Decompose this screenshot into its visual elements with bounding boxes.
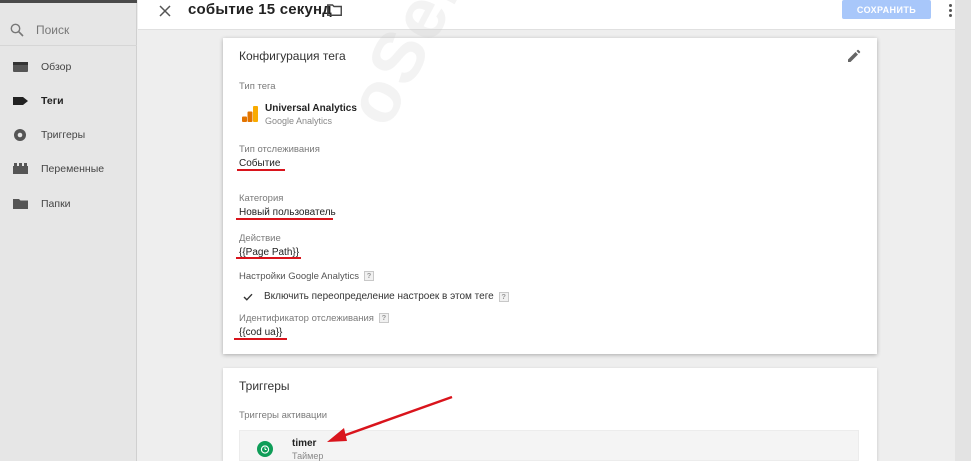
help-icon[interactable]: ? xyxy=(363,271,374,282)
trigger-name: timer xyxy=(292,438,317,449)
folder-icon[interactable] xyxy=(327,3,342,21)
search-placeholder: Поиск xyxy=(36,22,70,37)
track-type-value: Событие xyxy=(239,158,281,169)
help-icon[interactable]: ? xyxy=(498,291,509,302)
tag-type-name: Universal Analytics xyxy=(265,103,357,114)
category-value: Новый пользователь xyxy=(239,207,336,218)
tag-configuration-card[interactable]: Конфигурация тега Тип тега Universal Ana… xyxy=(223,38,877,354)
sidebar-item-label: Папки xyxy=(41,198,71,210)
sidebar-item-overview[interactable]: Обзор xyxy=(0,52,137,82)
category-label: Категория xyxy=(239,193,284,204)
sidebar-top-strip xyxy=(0,0,137,3)
sidebar-item-tags[interactable]: Теги xyxy=(0,86,137,116)
tag-name-title[interactable]: событие 15 секунд xyxy=(188,1,332,18)
close-icon xyxy=(159,5,171,17)
trigger-type: Таймер xyxy=(292,451,324,461)
timer-icon xyxy=(257,441,273,457)
red-underline xyxy=(234,338,287,340)
override-settings-label: Включить переопределение настроек в этом… xyxy=(264,291,494,302)
search-icon xyxy=(10,23,24,37)
firing-triggers-label: Триггеры активации xyxy=(239,410,328,421)
top-bar: событие 15 секунд СОХРАНИТЬ xyxy=(138,0,971,30)
sidebar-item-folders[interactable]: Папки xyxy=(0,189,137,219)
edit-icon[interactable] xyxy=(847,49,861,68)
tracking-id-value: {{cod ua}} xyxy=(239,327,283,338)
tag-type-label: Тип тега xyxy=(239,81,276,92)
save-button[interactable]: СОХРАНИТЬ xyxy=(842,0,931,19)
trigger-icon xyxy=(12,127,28,143)
sidebar-item-label: Переменные xyxy=(41,163,105,175)
red-underline xyxy=(236,218,333,220)
right-panel-edge xyxy=(955,0,971,461)
red-underline xyxy=(237,169,285,171)
card-title: Триггеры xyxy=(239,379,290,393)
sidebar-item-label: Обзор xyxy=(41,61,72,73)
action-label: Действие xyxy=(239,233,281,244)
variables-icon xyxy=(12,161,28,177)
tag-icon xyxy=(12,93,28,109)
triggers-card[interactable]: Триггеры Триггеры активации timer Таймер xyxy=(223,368,877,461)
tag-type-vendor: Google Analytics xyxy=(265,116,333,126)
card-title: Конфигурация тега xyxy=(239,49,346,63)
track-type-label: Тип отслеживания xyxy=(239,144,320,155)
check-icon xyxy=(243,293,253,301)
override-settings-checkbox[interactable]: Включить переопределение настроек в этом… xyxy=(243,291,509,302)
sidebar-item-triggers[interactable]: Триггеры xyxy=(0,120,137,150)
sidebar-item-label: Теги xyxy=(41,95,64,107)
folder-icon xyxy=(12,196,28,212)
sidebar-item-label: Триггеры xyxy=(41,129,86,141)
more-vert-icon xyxy=(948,3,952,7)
google-analytics-icon xyxy=(242,106,258,122)
ga-settings-label: Настройки Google Analytics? xyxy=(239,271,374,282)
close-button[interactable] xyxy=(156,2,174,20)
sidebar-item-variables[interactable]: Переменные xyxy=(0,154,137,184)
red-underline xyxy=(236,257,301,259)
sidebar: Поиск Обзор Теги Триггеры Переменные Пап… xyxy=(0,0,137,461)
trigger-item-timer[interactable]: timer Таймер xyxy=(239,430,859,461)
overview-icon xyxy=(12,59,28,75)
search-input[interactable]: Поиск xyxy=(0,14,137,46)
help-icon[interactable]: ? xyxy=(378,313,389,324)
tracking-id-label: Идентификатор отслеживания? xyxy=(239,313,389,324)
